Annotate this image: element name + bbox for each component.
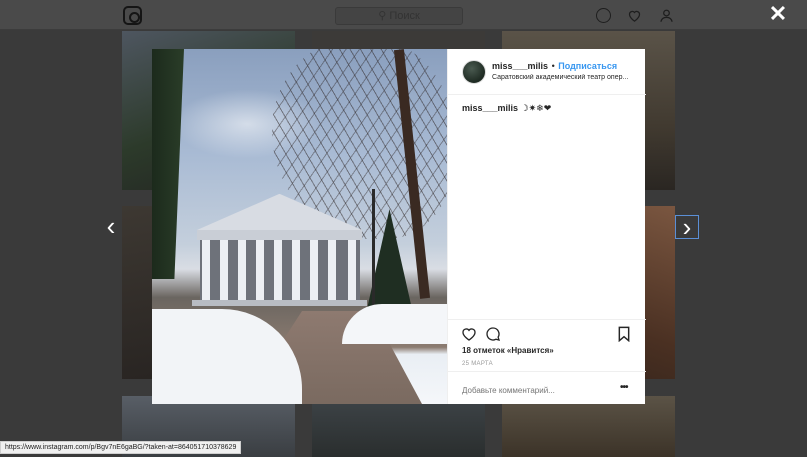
theatre-colonnade xyxy=(200,240,360,302)
chevron-left-icon[interactable]: ‹ xyxy=(99,213,123,239)
status-bar-url: https://www.instagram.com/p/Bgv7nE6gaBG/… xyxy=(0,441,242,454)
search-placeholder: Поиск xyxy=(389,10,420,22)
theatre-column xyxy=(328,240,336,302)
search-icon: ⚲ xyxy=(378,10,390,22)
theatre-entablature xyxy=(197,230,362,240)
caption-text: ☽✷❄❤ xyxy=(520,103,552,113)
post-sidebar: miss___milis • Подписаться Саратовский а… xyxy=(447,49,646,404)
post-date[interactable]: 25 МАРТА xyxy=(462,361,493,367)
separator-dot: • xyxy=(551,61,555,71)
compass-icon[interactable] xyxy=(596,8,611,23)
theatre-column xyxy=(220,240,228,302)
caption-author[interactable]: miss___milis xyxy=(462,103,518,113)
comment-icon[interactable] xyxy=(485,326,501,342)
author-username[interactable]: miss___milis xyxy=(492,61,548,71)
theatre-column xyxy=(310,240,318,302)
post-header: miss___milis • Подписаться Саратовский а… xyxy=(448,49,646,95)
comment-row: ••• xyxy=(448,371,646,405)
follow-button[interactable]: Подписаться xyxy=(558,61,617,71)
post-caption: miss___milis ☽✷❄❤ xyxy=(462,103,551,114)
theatre-column xyxy=(238,240,246,302)
grid-post-thumbnail[interactable] xyxy=(502,396,675,457)
comment-input[interactable] xyxy=(462,384,612,396)
photo-snow xyxy=(152,309,302,404)
search-input[interactable]: ⚲ Поиск xyxy=(335,7,463,25)
photo-snow xyxy=(342,304,447,344)
theatre-steps xyxy=(192,300,367,306)
location-link[interactable]: Саратовский академический театр опер... xyxy=(492,74,632,81)
author-line: miss___milis • Подписаться xyxy=(492,61,617,71)
photo-fir-tree xyxy=(152,49,184,279)
heart-icon[interactable] xyxy=(627,8,642,23)
photo-theatre-building xyxy=(192,194,367,306)
theatre-column xyxy=(348,240,356,302)
likes-count[interactable]: 18 отметок «Нравится» xyxy=(462,346,554,355)
avatar[interactable] xyxy=(462,60,486,84)
grid-post-thumbnail[interactable] xyxy=(312,396,485,457)
grid-post-thumbnail[interactable] xyxy=(312,31,485,51)
theatre-column xyxy=(292,240,300,302)
post-modal: miss___milis • Подписаться Саратовский а… xyxy=(152,49,646,404)
user-icon[interactable] xyxy=(659,8,674,23)
post-actions: 18 отметок «Нравится» 25 МАРТА ••• xyxy=(448,319,646,404)
close-icon[interactable]: ✕ xyxy=(767,3,789,25)
bookmark-icon[interactable] xyxy=(616,326,632,342)
theatre-column xyxy=(202,240,210,302)
theatre-pediment xyxy=(197,194,362,230)
theatre-column xyxy=(274,240,282,302)
instagram-logo-icon[interactable] xyxy=(123,6,142,25)
theatre-column xyxy=(256,240,264,302)
chevron-right-icon[interactable]: › xyxy=(675,214,699,240)
like-icon[interactable] xyxy=(461,326,477,342)
more-icon[interactable]: ••• xyxy=(620,383,634,395)
post-photo xyxy=(152,49,447,404)
background-header: ⚲ Поиск xyxy=(0,0,807,30)
